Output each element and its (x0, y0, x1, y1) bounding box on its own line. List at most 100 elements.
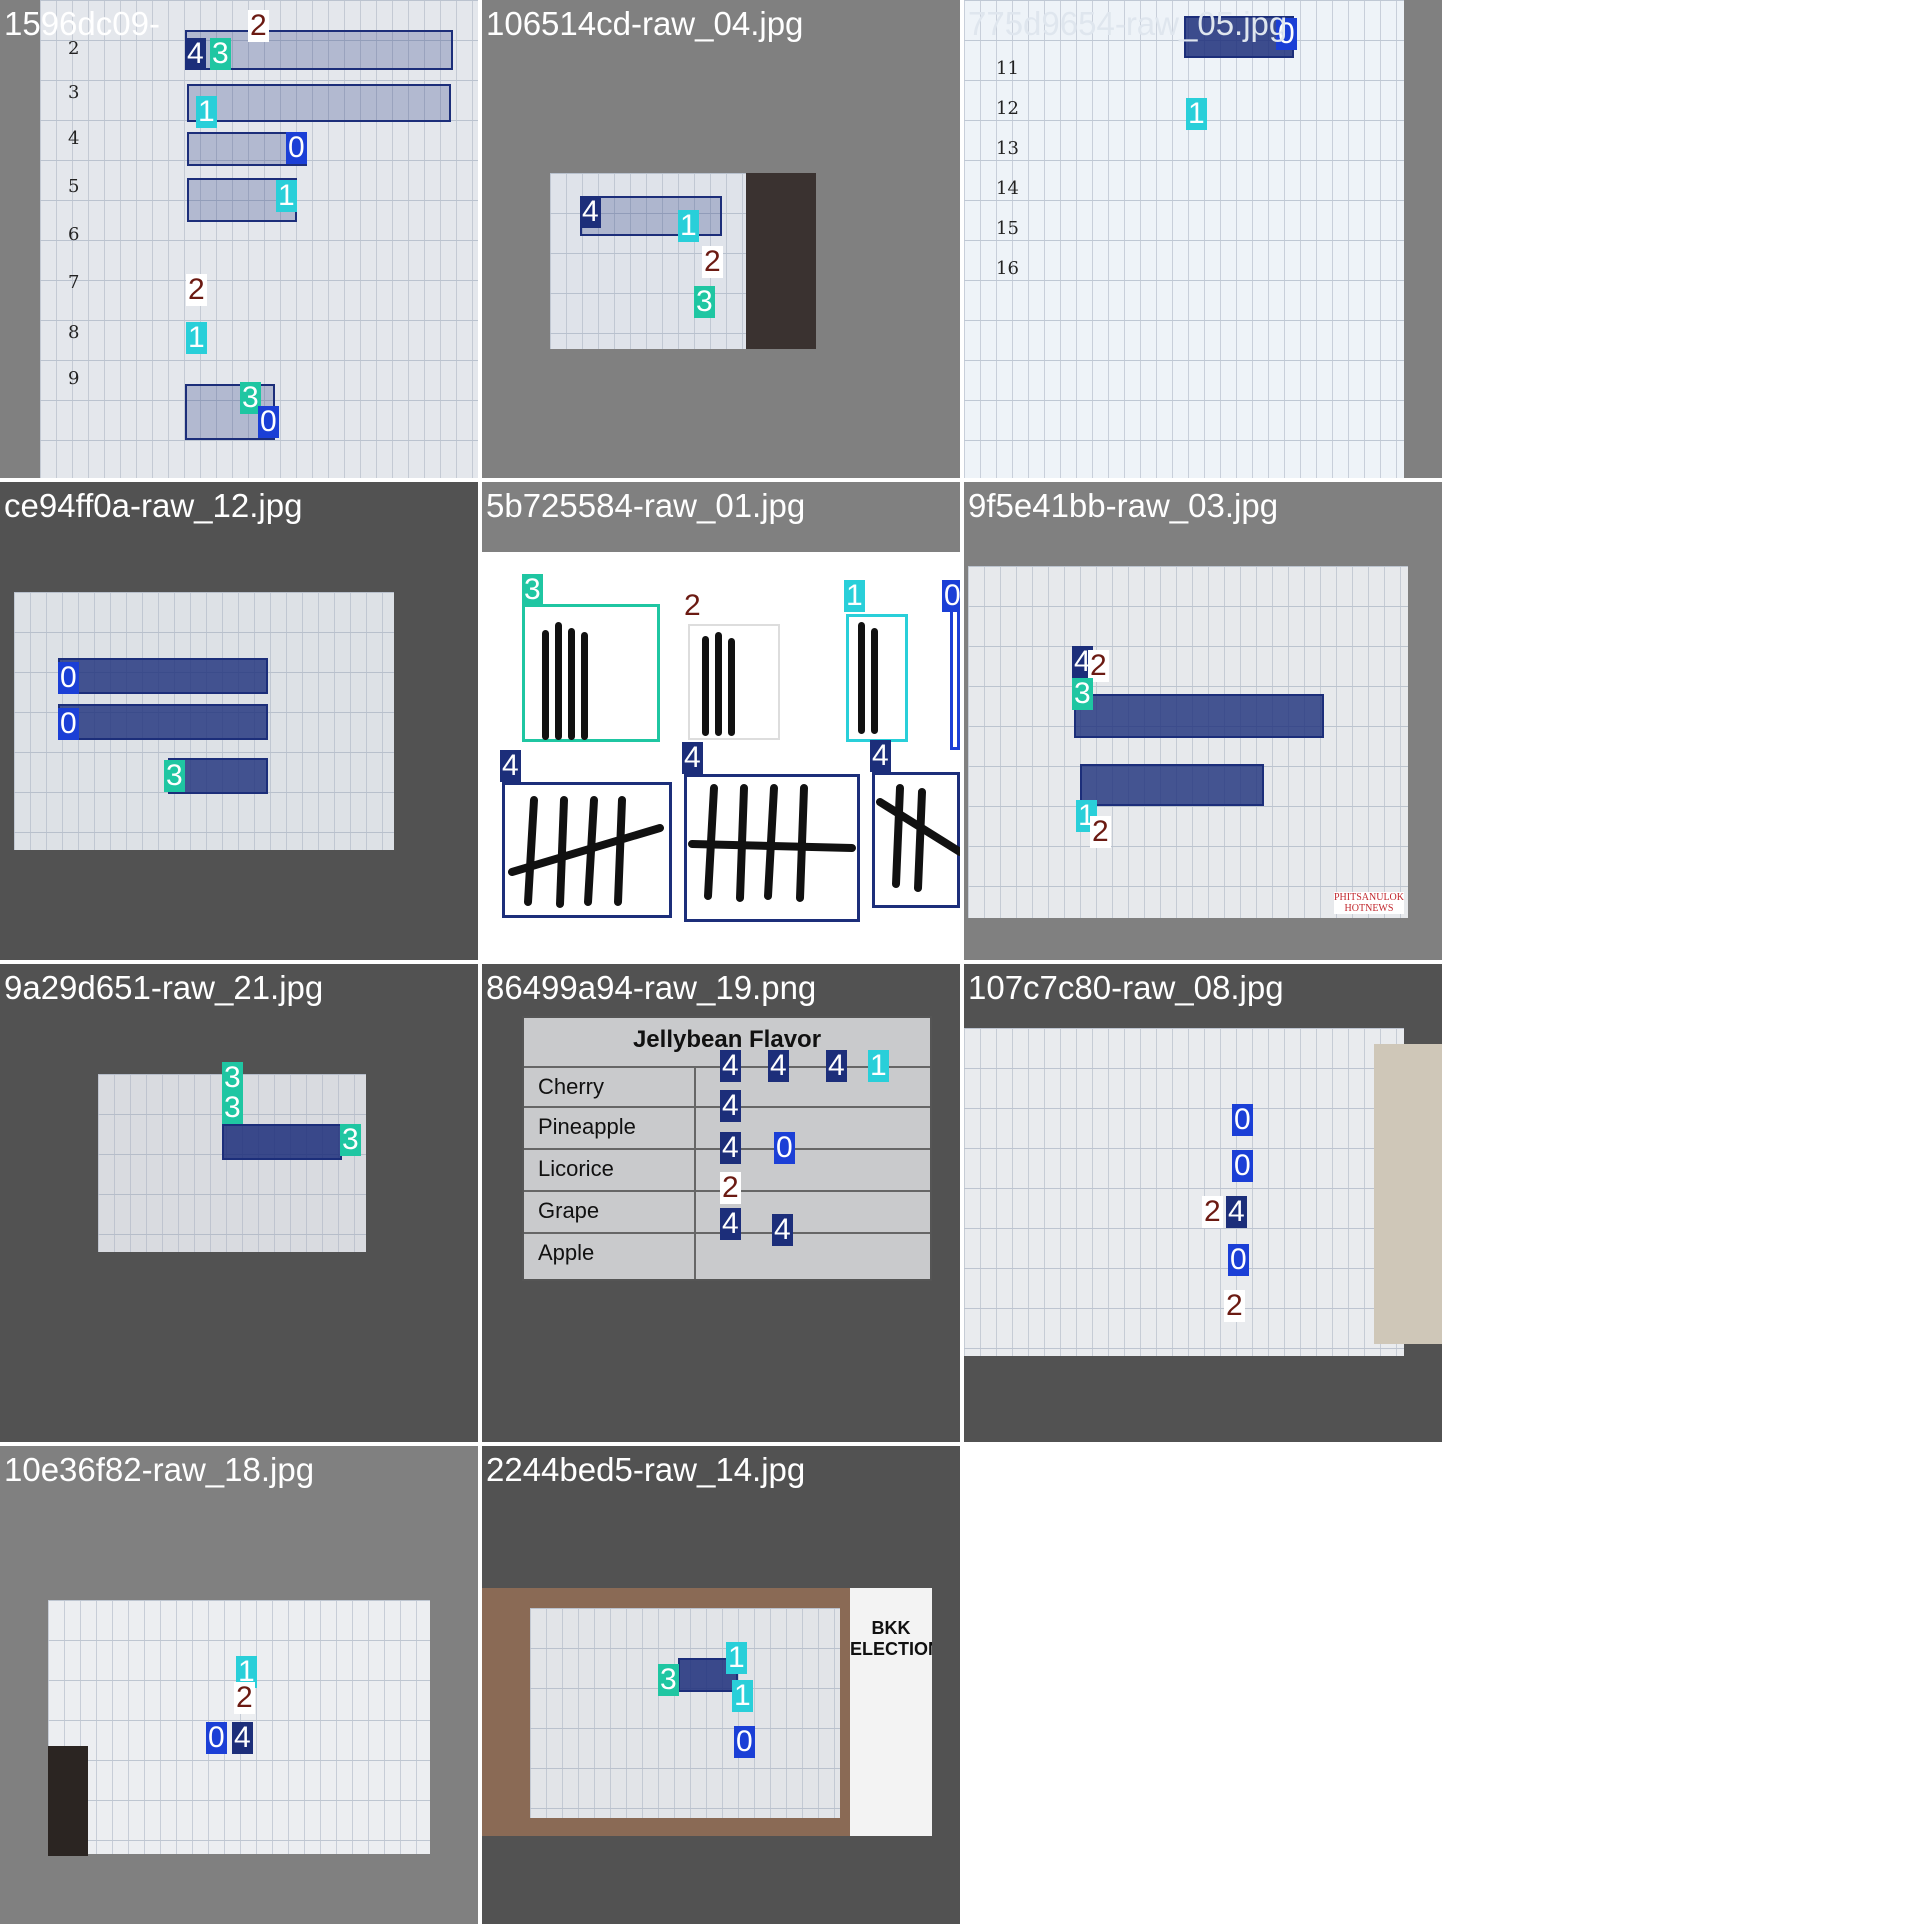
detection-label: 3 (210, 37, 231, 70)
detection-label: 0 (1228, 1243, 1249, 1276)
detection-label: 4 (720, 1089, 741, 1122)
mosaic-tile-11: BKK ELECTION 3 1 1 0 2244bed5-raw_14.jpg (482, 1446, 960, 1924)
tile-filename: 5b725584-raw_01.jpg (486, 487, 806, 524)
detection-box (58, 658, 268, 694)
tally-sheet-photo (964, 1028, 1404, 1356)
tally-fives-drawing (508, 784, 960, 908)
row-label: Licorice (538, 1156, 614, 1181)
row-number: 15 (996, 218, 1019, 239)
tally-sheet-photo (964, 0, 1404, 478)
mosaic-tile-8: Jellybean Flavor Cherry Pineapple Licori… (482, 964, 960, 1442)
detection-box (580, 196, 722, 236)
person-photo (746, 173, 816, 349)
tile-filename: ce94ff0a-raw_12.jpg (4, 487, 303, 524)
detection-label: 1 (868, 1049, 889, 1082)
tile-filename: 10e36f82-raw_18.jpg (4, 1451, 315, 1488)
detection-label: 0 (734, 1725, 755, 1758)
row-label: Grape (538, 1198, 600, 1223)
detection-label: 3 (222, 1061, 243, 1094)
mosaic-tile-12-empty (964, 1446, 1442, 1924)
detection-label: 3 (340, 1123, 361, 1156)
row-number: 5 (68, 176, 80, 197)
detection-label: 0 (286, 131, 307, 164)
detection-label: 0 (58, 707, 79, 740)
detection-label: 0 (1232, 1149, 1253, 1182)
row-label: Cherry (538, 1074, 605, 1099)
detection-label: 2 (248, 9, 269, 42)
row-number: 4 (68, 128, 80, 149)
tile-filename: 2244bed5-raw_14.jpg (486, 1451, 806, 1488)
detection-label: 4 (1226, 1195, 1247, 1228)
mosaic-tile-3: 11 12 13 14 15 16 0 1 775d9654-raw_05.jp… (964, 0, 1442, 478)
detection-label: 3 (222, 1091, 243, 1124)
mosaic-tile-5: 3 2 1 0 4 4 4 5b725584-raw_01.jpg (482, 482, 960, 960)
detection-label: 4 (580, 195, 601, 228)
row-number: 16 (996, 258, 1019, 279)
row-number: 7 (68, 272, 80, 293)
mosaic-tile-6: PHITSANULOK HOTNEWS 4 2 3 1 2 9f5e41bb-r… (964, 482, 1442, 960)
tally-sheet-photo: BKK ELECTION (482, 1588, 932, 1836)
watermark: PHITSANULOK HOTNEWS (1334, 892, 1404, 914)
document-photo (1374, 1044, 1442, 1344)
tile-filename: 9f5e41bb-raw_03.jpg (968, 487, 1279, 524)
detection-label: 4 (720, 1207, 741, 1240)
sheet-paper (530, 1608, 840, 1818)
detection-label: 4 (500, 749, 521, 782)
detection-label: 0 (258, 405, 279, 438)
row-number: 9 (68, 368, 80, 389)
detection-label: 4 (768, 1049, 789, 1082)
detection-label: 2 (1090, 815, 1111, 848)
detection-label: 1 (186, 321, 207, 354)
detection-label: 1 (726, 1641, 747, 1674)
detection-label: 2 (1202, 1195, 1223, 1228)
detection-label: 3 (1072, 677, 1093, 710)
detection-label: 4 (772, 1213, 793, 1246)
detection-label: 2 (234, 1681, 255, 1714)
sheet-grid (530, 1608, 840, 1818)
mosaic-tile-4: 0 0 3 ce94ff0a-raw_12.jpg (0, 482, 478, 960)
mosaic-tile-7: 3 3 3 9a29d651-raw_21.jpg (0, 964, 478, 1442)
detection-label: 0 (206, 1721, 227, 1754)
tile-filename: 9a29d651-raw_21.jpg (4, 969, 324, 1006)
sheet-grid (964, 0, 1404, 478)
detection-label: 3 (658, 1663, 679, 1696)
detection-label: 0 (774, 1131, 795, 1164)
mosaic-tile-2: 4 1 2 3 106514cd-raw_04.jpg (482, 0, 960, 478)
detection-label: 1 (196, 95, 217, 128)
person-photo (48, 1746, 88, 1856)
mosaic-tile-9: 0 0 2 4 0 2 107c7c80-raw_08.jpg (964, 964, 1442, 1442)
detection-label: 4 (682, 741, 703, 774)
row-label: Apple (538, 1240, 595, 1265)
row-number: 3 (68, 82, 80, 103)
sheet-grid (964, 1028, 1404, 1356)
detection-label: 2 (1224, 1289, 1245, 1322)
tile-filename: 86499a94-raw_19.png (486, 969, 817, 1006)
detection-label: 1 (678, 209, 699, 242)
detection-label: 2 (682, 589, 703, 622)
detection-label: 4 (185, 37, 206, 70)
detection-label: 4 (826, 1049, 847, 1082)
detection-label: 4 (720, 1049, 741, 1082)
row-number: 12 (996, 98, 1019, 119)
detection-label: 1 (276, 179, 297, 212)
tile-filename: 1596dc09- (4, 5, 160, 42)
row-number: 14 (996, 178, 1019, 199)
tally-sheet-photo: PHITSANULOK HOTNEWS (968, 566, 1408, 918)
detection-label: 0 (58, 661, 79, 694)
detection-box (1080, 764, 1264, 806)
detection-label: 1 (732, 1679, 753, 1712)
detection-label: 2 (186, 273, 207, 306)
detection-label: 4 (870, 739, 891, 772)
detection-label: 3 (164, 759, 185, 792)
sheet-grid (968, 566, 1408, 918)
detection-label: 1 (1186, 97, 1207, 130)
detection-label: 3 (522, 573, 543, 606)
mosaic-tile-10: 1 2 0 4 10e36f82-raw_18.jpg (0, 1446, 478, 1924)
detection-label: 2 (720, 1171, 741, 1204)
tile-filename: 107c7c80-raw_08.jpg (968, 969, 1284, 1006)
bkk-poster: BKK ELECTION (850, 1588, 932, 1836)
detection-label: 3 (694, 285, 715, 318)
detection-label: 4 (720, 1131, 741, 1164)
detection-label: 0 (1232, 1103, 1253, 1136)
row-number: 8 (68, 322, 80, 343)
